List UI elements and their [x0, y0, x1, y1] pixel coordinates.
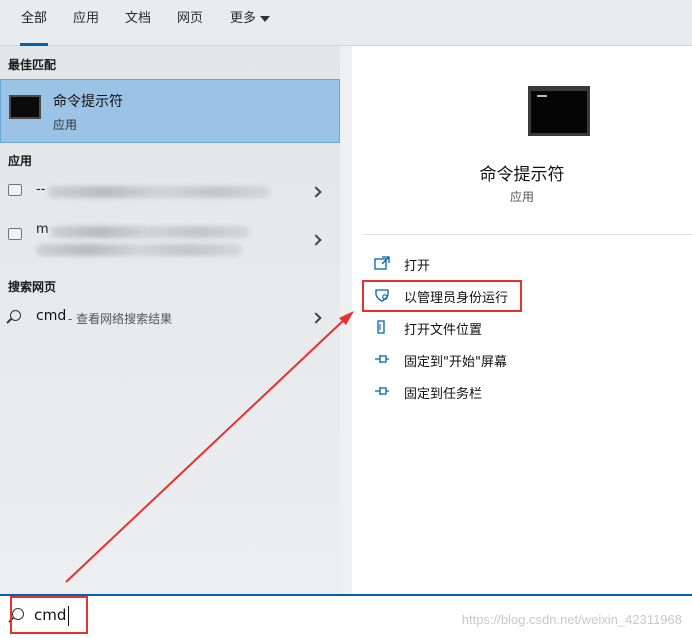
search-bar: https://blog.csdn.net/weixin_42311968: [0, 594, 692, 638]
app-result-label: --: [36, 182, 46, 197]
web-search-query: cmd: [36, 308, 67, 324]
app-result-item[interactable]: --: [0, 172, 340, 212]
detail-subtitle: 应用: [509, 190, 534, 204]
action-open-file-location[interactable]: 打开文件位置: [374, 316, 674, 340]
action-pin-to-start-label: 固定到"开始"屏幕: [404, 355, 507, 370]
best-match-item[interactable]: 命令提示符 应用: [0, 79, 340, 143]
file-location-icon: [377, 320, 385, 334]
command-prompt-icon: [9, 95, 41, 119]
app-result-item[interactable]: m: [0, 216, 340, 262]
open-icon: [374, 256, 390, 270]
chevron-right-icon[interactable]: [310, 234, 322, 246]
app-result-label: m: [36, 222, 49, 237]
apps-header: 应用: [8, 154, 33, 168]
pin-icon: [375, 387, 389, 395]
chevron-right-icon[interactable]: [310, 186, 322, 198]
app-icon: [8, 228, 22, 240]
action-open[interactable]: 打开: [374, 252, 674, 276]
search-icon: [10, 310, 21, 321]
search-filter-tabs: 全部 应用 文档 网页 更多: [0, 0, 692, 46]
redacted-text: [48, 186, 270, 198]
chevron-right-icon[interactable]: [310, 312, 322, 324]
app-icon: [8, 184, 22, 196]
detail-pane: 命令提示符 应用 打开 以管理员身份运行 打开文件位置 固定到"开始"屏幕 固定…: [352, 46, 692, 594]
action-pin-to-taskbar[interactable]: 固定到任务栏: [374, 380, 674, 404]
pin-icon: [375, 355, 389, 363]
action-pin-to-start[interactable]: 固定到"开始"屏幕: [374, 348, 674, 372]
best-match-header: 最佳匹配: [8, 58, 57, 72]
annotation-highlight-run-as-admin: [362, 280, 522, 312]
pane-divider: [340, 46, 352, 594]
tab-web[interactable]: 网页: [168, 0, 212, 46]
chevron-down-icon: [260, 15, 270, 22]
action-open-file-location-label: 打开文件位置: [404, 323, 483, 338]
detail-title: 命令提示符: [479, 165, 565, 185]
redacted-text: [50, 226, 250, 238]
web-search-suffix: - 查看网络搜索结果: [68, 312, 173, 326]
best-match-type: 应用: [53, 118, 78, 132]
tab-all[interactable]: 全部: [10, 0, 58, 46]
detail-separator: [364, 234, 692, 235]
watermark: https://blog.csdn.net/weixin_42311968: [461, 612, 682, 627]
web-search-header: 搜索网页: [8, 280, 57, 294]
tab-documents[interactable]: 文档: [116, 0, 160, 46]
action-open-label: 打开: [404, 259, 431, 274]
tab-more-label: 更多: [229, 11, 256, 26]
redacted-text: [36, 244, 242, 256]
best-match-name: 命令提示符: [53, 94, 123, 110]
results-pane: 最佳匹配 命令提示符 应用 应用 -- m 搜索网页 cmd - 查看网络搜索结…: [0, 46, 340, 594]
tab-more[interactable]: 更多: [222, 0, 278, 46]
tab-apps[interactable]: 应用: [64, 0, 108, 46]
action-pin-to-taskbar-label: 固定到任务栏: [404, 387, 483, 402]
command-prompt-large-icon: [528, 86, 590, 136]
web-search-item[interactable]: cmd - 查看网络搜索结果: [0, 304, 340, 334]
annotation-highlight-search-input: [10, 596, 88, 634]
